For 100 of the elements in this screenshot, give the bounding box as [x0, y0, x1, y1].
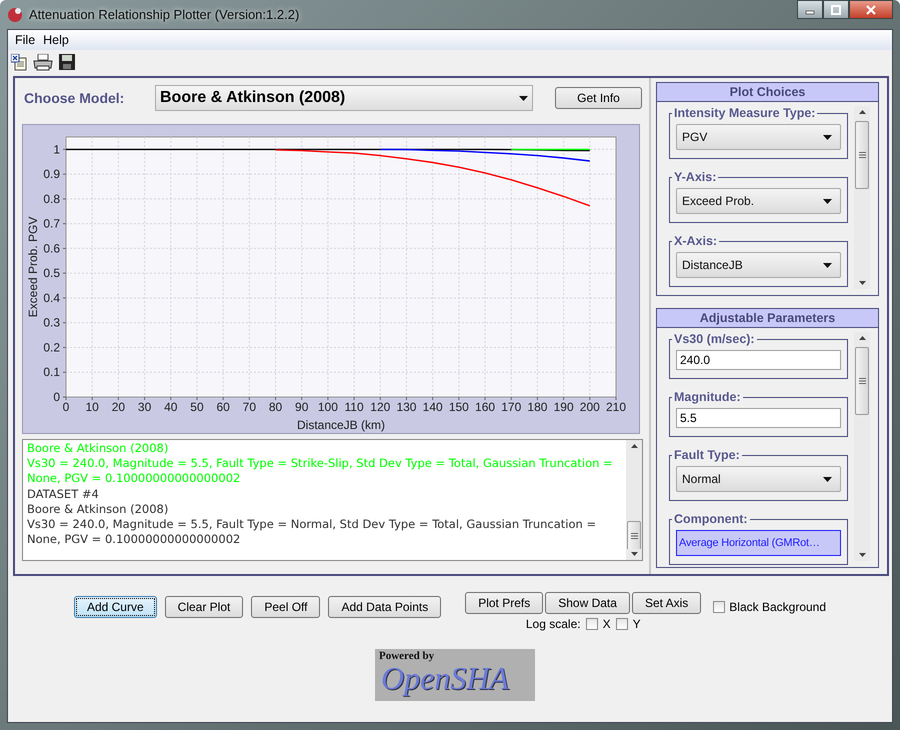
- checkbox[interactable]: [713, 601, 726, 613]
- field-label: X-Axis:: [673, 234, 718, 248]
- tick-label: 80: [268, 400, 282, 414]
- log-line: Vs30 = 240.0, Magnitude = 5.5, Fault Type = Normal, Std Dev Type = Total, Gaussian Truncation = None, PGV = 0.10000000000000002: [27, 517, 598, 548]
- down-arrow-icon: [858, 281, 866, 285]
- plot-button[interactable]: Show Data: [545, 592, 630, 614]
- tick-label: 20: [112, 400, 126, 414]
- logo-caption: Powered by: [379, 650, 434, 662]
- get-info-button[interactable]: Get Info: [555, 87, 642, 109]
- field-label: Component:: [673, 512, 749, 526]
- checkbox-label: Y: [632, 617, 641, 631]
- up-arrow-icon: [630, 444, 638, 448]
- tick-label: 200: [580, 400, 600, 414]
- tick-label: 140: [422, 400, 443, 414]
- plot-button[interactable]: Plot Prefs: [465, 592, 544, 614]
- down-arrow-icon: [858, 553, 866, 557]
- tick-label: 0.7: [43, 216, 60, 231]
- spreadsheet-icon[interactable]: [11, 54, 27, 70]
- maximize-button[interactable]: [823, 0, 849, 19]
- minimize-button[interactable]: [797, 0, 823, 19]
- caret-icon: [519, 96, 528, 100]
- axis-title: Exceed Prob. PGV: [26, 216, 40, 318]
- grip-icon: [858, 152, 866, 158]
- window-title: Attenuation Relationship Plotter (Version:1.2.2): [29, 7, 300, 22]
- field-label: Vs30 (m/sec):: [673, 332, 756, 346]
- caret-icon: [823, 134, 832, 140]
- field-label: Magnitude:: [673, 390, 742, 404]
- scrollbar[interactable]: [854, 332, 870, 561]
- tick-label: 190: [554, 400, 574, 414]
- tick-label: 70: [242, 400, 256, 414]
- tick-label: 150: [448, 400, 469, 414]
- tick-label: 0.2: [43, 340, 60, 354]
- tick-label: 0.1: [43, 365, 60, 380]
- scroll-thumb[interactable]: [627, 521, 641, 549]
- tick-label: 40: [164, 400, 178, 414]
- caret-icon: [823, 262, 832, 268]
- scroll-thumb[interactable]: [855, 347, 869, 415]
- dropdown[interactable]: DistanceJB: [676, 252, 841, 278]
- tick-label: 100: [318, 400, 338, 414]
- printer-icon[interactable]: [33, 54, 53, 70]
- tick-label: 0.8: [43, 192, 60, 206]
- tick-label: 0: [53, 390, 60, 404]
- caret-icon: [823, 198, 832, 204]
- panel-title: Plot Choices: [657, 83, 878, 102]
- tick-label: 60: [216, 400, 230, 414]
- tick-label: 0.3: [43, 316, 60, 330]
- action-button[interactable]: Add Data Points: [328, 596, 442, 618]
- close-button[interactable]: [849, 0, 893, 19]
- tick-label: 120: [370, 400, 390, 414]
- log-line: Vs30 = 240.0, Magnitude = 5.5, Fault Type = Strike-Slip, Std Dev Type = Total, Gaussian Truncation = None, PGV = 0.10000000000000002: [27, 456, 614, 487]
- grip-icon: [630, 533, 638, 539]
- tick-label: 0.5: [43, 266, 60, 280]
- tick-label: 0: [62, 400, 70, 414]
- save-icon[interactable]: [59, 54, 75, 70]
- tick-label: 50: [190, 400, 204, 414]
- action-button[interactable]: Add Curve: [74, 596, 157, 618]
- tick-label: 110: [344, 400, 364, 414]
- field-label: Y-Axis:: [673, 170, 718, 184]
- input-field[interactable]: 5.5: [676, 408, 841, 428]
- tick-label: 30: [138, 400, 152, 414]
- tick-label: 0.6: [43, 241, 60, 256]
- log-line: DATASET #4: [27, 486, 100, 502]
- dropdown[interactable]: Average Horizontal (GMRot…: [676, 530, 841, 556]
- scrollbar[interactable]: [626, 440, 642, 560]
- tick-label: 10: [86, 400, 99, 414]
- field-label: Log scale:: [526, 617, 581, 631]
- scroll-thumb[interactable]: [855, 121, 869, 189]
- tick-label: 1: [53, 142, 60, 156]
- log-line: Boore & Atkinson (2008): [27, 441, 170, 456]
- maximize-icon: [831, 4, 841, 14]
- caret-icon: [823, 476, 832, 482]
- menu-item[interactable]: File: [11, 33, 40, 47]
- close-icon: [866, 4, 876, 14]
- tick-label: 180: [527, 400, 548, 414]
- model-dropdown[interactable]: Boore & Atkinson (2008): [155, 85, 533, 111]
- dropdown[interactable]: Normal: [676, 466, 841, 492]
- logo-wordmark: OpenSHA: [381, 662, 509, 694]
- checkbox[interactable]: [616, 618, 628, 630]
- tick-label: 130: [396, 400, 416, 414]
- field-label: Choose Model:: [23, 90, 126, 106]
- tick-label: 90: [295, 400, 308, 414]
- field-label: Intensity Measure Type:: [673, 106, 816, 120]
- up-arrow-icon: [858, 110, 866, 114]
- tick-label: 210: [606, 400, 626, 414]
- tick-label: 0.9: [43, 167, 60, 182]
- checkbox[interactable]: [586, 618, 598, 630]
- down-arrow-icon: [630, 552, 638, 556]
- menu-item[interactable]: Help: [39, 33, 73, 47]
- input-field[interactable]: 240.0: [676, 350, 841, 370]
- checkbox-label: X: [602, 617, 611, 631]
- scrollbar[interactable]: [854, 106, 870, 289]
- dropdown[interactable]: PGV: [676, 124, 841, 150]
- action-button[interactable]: Clear Plot: [164, 596, 244, 618]
- log-line: Boore & Atkinson (2008): [27, 502, 170, 518]
- panel-title: Adjustable Parameters: [657, 309, 878, 328]
- tick-label: 0.4: [43, 290, 60, 305]
- grip-icon: [858, 378, 866, 384]
- plot-button[interactable]: Set Axis: [632, 592, 702, 614]
- dropdown[interactable]: Exceed Prob.: [676, 188, 841, 214]
- action-button[interactable]: Peel Off: [251, 596, 320, 618]
